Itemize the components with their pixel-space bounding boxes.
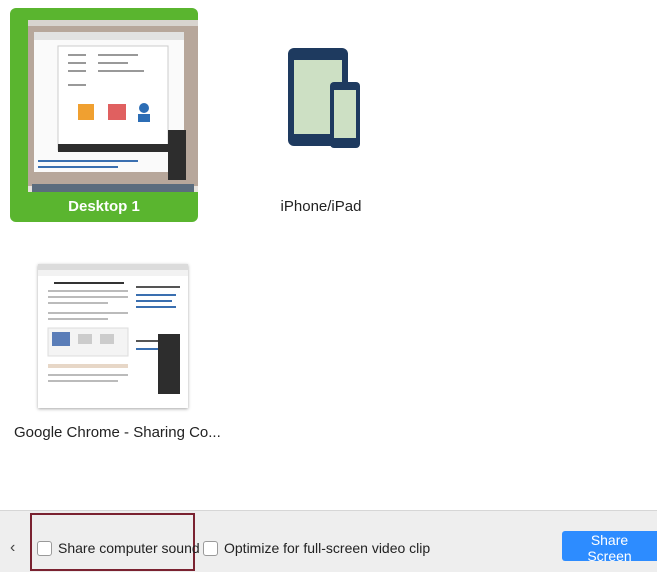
tile-label: Desktop 1: [68, 198, 140, 215]
share-sound-checkbox[interactable]: [37, 540, 52, 556]
optimize-video-checkbox[interactable]: [203, 540, 218, 556]
share-tile-desktop[interactable]: Desktop 1: [10, 8, 198, 222]
share-computer-sound-option[interactable]: Share computer sound: [37, 537, 200, 559]
desktop-thumbnail: [28, 20, 198, 192]
optimize-video-option[interactable]: Optimize for full-screen video clip: [203, 537, 430, 559]
tile-label: Google Chrome - Sharing Co...: [14, 424, 221, 441]
chrome-thumbnail: [38, 264, 188, 408]
optimize-video-label: Optimize for full-screen video clip: [224, 540, 431, 556]
share-screen-button[interactable]: Share Screen: [562, 531, 657, 564]
share-tile-chrome-window[interactable]: Google Chrome - Sharing Co...: [10, 250, 221, 460]
share-options-bar: ‹ Share computer sound Optimize for full…: [0, 510, 657, 572]
chevron-left-icon[interactable]: ‹: [10, 539, 15, 557]
share-tile-iphone-ipad[interactable]: iPhone/iPad: [226, 8, 416, 222]
share-sound-label: Share computer sound: [58, 540, 200, 556]
tile-label: iPhone/iPad: [280, 198, 362, 215]
ipad-iphone-icon: [288, 48, 360, 148]
